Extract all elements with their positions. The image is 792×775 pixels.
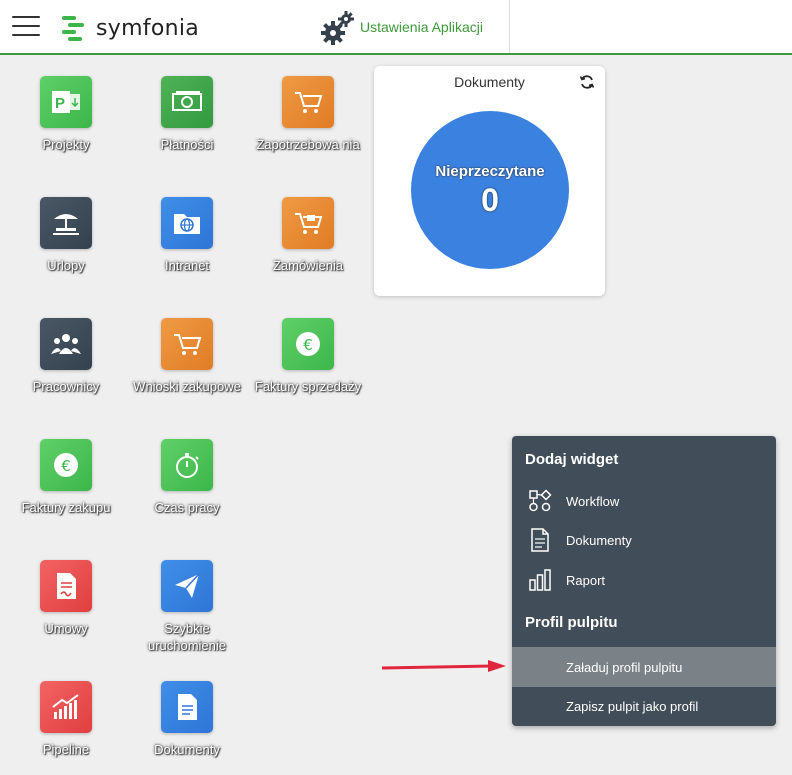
tile-label: Czas pracy xyxy=(154,500,220,515)
tile-label: Płatności xyxy=(160,137,214,152)
refresh-icon[interactable] xyxy=(579,74,595,90)
unread-count: 0 xyxy=(481,182,499,218)
menu-item-label: Zapisz pulpit jako profil xyxy=(566,698,699,714)
app-settings-button[interactable]: Ustawienia Aplikacji xyxy=(312,0,510,53)
hamburger-menu-icon[interactable] xyxy=(12,16,40,38)
tile-label: Faktury zakupu xyxy=(21,500,111,515)
svg-text:€: € xyxy=(303,336,313,354)
annotation-arrow-icon xyxy=(381,660,506,672)
tile-label: Dokumenty xyxy=(154,742,220,757)
tile-label: Projekty xyxy=(42,137,90,152)
document-icon xyxy=(527,527,553,553)
money-icon xyxy=(161,76,213,128)
tile-wnioski-zakupowe[interactable]: Wnioski zakupowe xyxy=(132,318,242,395)
beach-icon xyxy=(40,197,92,249)
menu-item-workflow[interactable]: Workflow xyxy=(512,481,776,521)
gears-icon xyxy=(321,10,354,45)
cart-icon xyxy=(282,76,334,128)
tile-label: Zamówienia xyxy=(272,258,344,273)
euro-icon: € xyxy=(282,318,334,370)
svg-text:€: € xyxy=(61,457,71,475)
tile-czas-pracy[interactable]: Czas pracy xyxy=(132,439,242,516)
menu-section-add-widget: Dodaj widget xyxy=(525,451,619,468)
menu-item-dokumenty[interactable]: Dokumenty xyxy=(512,520,776,560)
tile-label: Wnioski zakupowe xyxy=(133,379,241,394)
cart-icon xyxy=(161,318,213,370)
svg-text:P: P xyxy=(55,95,65,112)
tile-label: Umowy xyxy=(44,621,88,636)
tile-pracownicy[interactable]: Pracownicy xyxy=(11,318,121,395)
tile-label: Pracownicy xyxy=(32,379,100,394)
people-icon xyxy=(40,318,92,370)
tile-label: Zapotrzebowa nia xyxy=(256,137,360,152)
tile-dokumenty[interactable]: Dokumenty xyxy=(132,681,242,758)
tile-umowy[interactable]: Umowy xyxy=(11,560,121,637)
contract-icon xyxy=(40,560,92,612)
cart-icon xyxy=(282,197,334,249)
document-icon xyxy=(161,681,213,733)
stopwatch-icon xyxy=(161,439,213,491)
tile-faktury-sprzedazy[interactable]: € Faktury sprzedaży xyxy=(253,318,363,395)
tile-label: Urlopy xyxy=(47,258,85,273)
tile-faktury-zakupu[interactable]: € Faktury zakupu xyxy=(11,439,121,516)
tile-zapotrzebowania[interactable]: Zapotrzebowa nia xyxy=(253,76,363,153)
menu-item-raport[interactable]: Raport xyxy=(512,560,776,600)
menu-item-label: Raport xyxy=(566,572,606,588)
symfonia-logo[interactable]: symfonia xyxy=(60,12,199,44)
tile-zamowienia[interactable]: Zamówienia xyxy=(253,197,363,274)
logo-text: symfonia xyxy=(96,15,200,41)
tile-urlopy[interactable]: Urlopy xyxy=(11,197,121,274)
globe-folder-icon xyxy=(161,197,213,249)
tile-projekty[interactable]: P Projekty xyxy=(11,76,121,153)
chart-icon xyxy=(40,681,92,733)
tile-pipeline[interactable]: Pipeline xyxy=(11,681,121,758)
documents-widget: Dokumenty Nieprzeczytane 0 xyxy=(374,66,605,296)
tile-label: Szybkie uruchomienie xyxy=(147,621,227,653)
symfonia-logo-icon xyxy=(62,16,84,41)
tile-intranet[interactable]: Intranet xyxy=(132,197,242,274)
bar-chart-icon xyxy=(527,567,553,593)
tile-platnosci[interactable]: Płatności xyxy=(132,76,242,153)
menu-item-label: Dokumenty xyxy=(566,532,632,548)
settings-label: Ustawienia Aplikacji xyxy=(360,18,483,35)
workflow-icon xyxy=(527,488,553,514)
project-icon: P xyxy=(40,76,92,128)
euro-icon: € xyxy=(40,439,92,491)
menu-item-save-profile[interactable]: Zapisz pulpit jako profil xyxy=(512,686,776,726)
tile-szybkie-uruchomienie[interactable]: Szybkie uruchomienie xyxy=(132,560,242,654)
paper-plane-icon xyxy=(161,560,213,612)
widget-title: Dokumenty xyxy=(454,74,525,90)
top-bar: symfonia Ustawienia Aplikacji xyxy=(0,0,792,55)
tile-label: Faktury sprzedaży xyxy=(254,379,362,394)
menu-item-load-profile[interactable]: Załaduj profil pulpitu xyxy=(512,647,776,687)
tile-label: Pipeline xyxy=(42,742,90,757)
dashboard-context-menu: Dodaj widget Workflow Dokumenty Raport P… xyxy=(512,436,776,726)
menu-section-desktop-profile: Profil pulpitu xyxy=(525,614,618,631)
unread-documents-counter[interactable]: Nieprzeczytane 0 xyxy=(411,111,569,269)
unread-label: Nieprzeczytane xyxy=(435,163,545,180)
menu-item-label: Załaduj profil pulpitu xyxy=(566,659,683,675)
menu-item-label: Workflow xyxy=(566,493,620,509)
tile-label: Intranet xyxy=(164,258,210,273)
